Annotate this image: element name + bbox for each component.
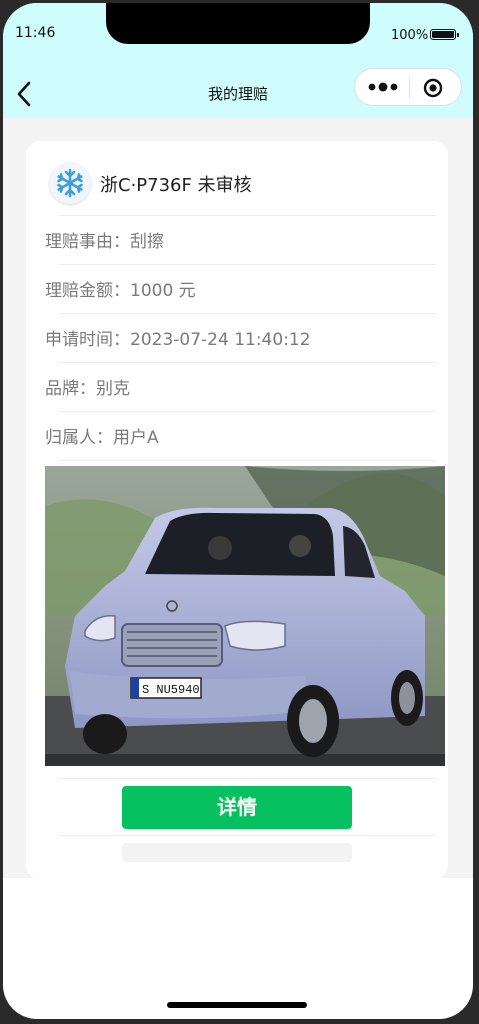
status-time: 11:46 [15, 25, 56, 41]
field-label: 品牌： [45, 379, 96, 399]
target-circle-icon[interactable] [423, 78, 443, 98]
claim-card: 浙C·P736F 未审核 理赔事由：刮擦 理赔金额：1000 元 申请时间：20… [26, 141, 448, 879]
divider [59, 362, 436, 363]
field-value: 2023-07-24 11:40:12 [130, 330, 311, 350]
phone-screen: 11:46 100% 我的理赔 浙C·P736F 未审核 理赔事由：刮擦 理赔金… [3, 3, 473, 1019]
brand-row: 品牌：别克 [45, 374, 130, 399]
camera-notch [106, 3, 370, 44]
field-value: 用户A [113, 428, 159, 448]
plate-and-status: 浙C·P736F 未审核 [100, 175, 252, 196]
claim-reason-row: 理赔事由：刮擦 [45, 227, 164, 252]
apply-time-row: 申请时间：2023-07-24 11:40:12 [45, 325, 311, 350]
home-indicator[interactable] [167, 1002, 307, 1008]
battery-percentage: 100% [391, 28, 429, 43]
battery-icon [430, 29, 459, 40]
placeholder-bar [122, 843, 352, 862]
divider [59, 460, 436, 461]
claim-amount-row: 理赔金额：1000 元 [45, 276, 196, 301]
snowflake-icon [49, 162, 91, 204]
car-photo: S NU5940 [45, 466, 445, 766]
divider [59, 835, 436, 836]
main-content: 浙C·P736F 未审核 理赔事由：刮擦 理赔金额：1000 元 申请时间：20… [3, 118, 473, 879]
divider [59, 264, 436, 265]
mini-program-capsule [354, 68, 462, 106]
capsule-divider [409, 78, 410, 98]
field-label: 理赔金额： [45, 281, 130, 301]
divider [59, 411, 436, 412]
divider [59, 215, 436, 216]
claim-header: 浙C·P736F 未审核 [46, 161, 436, 209]
field-value: 1000 元 [130, 281, 196, 301]
license-plate-text: S NU5940 [142, 683, 200, 697]
field-label: 归属人： [45, 428, 113, 448]
detail-button[interactable]: 详情 [122, 786, 352, 829]
divider [59, 778, 436, 779]
field-value: 刮擦 [130, 232, 164, 252]
owner-row: 归属人：用户A [45, 423, 159, 448]
field-value: 别克 [96, 379, 130, 399]
more-dots-icon[interactable] [368, 79, 398, 95]
field-label: 申请时间： [45, 330, 130, 350]
field-label: 理赔事由： [45, 232, 130, 252]
divider [59, 313, 436, 314]
top-bar: 11:46 100% 我的理赔 [3, 3, 473, 118]
